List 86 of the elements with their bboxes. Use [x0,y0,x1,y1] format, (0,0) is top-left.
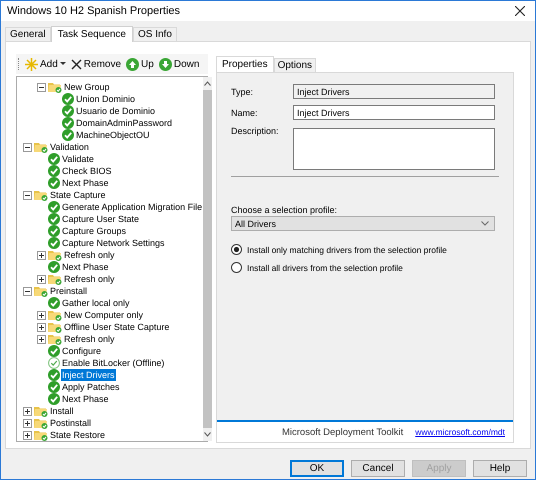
field-label: Name: [231,108,259,118]
toolbar-button[interactable]: Add [25,58,66,70]
expand-icon[interactable] [37,274,46,284]
toolbar-button[interactable]: Down [158,58,200,70]
collapse-icon[interactable] [23,190,32,200]
dialog-button[interactable]: OK [290,460,344,477]
radio-option[interactable]: Install all drivers from the selection profile [231,262,495,273]
folder-icon [48,333,62,345]
folder-icon [48,249,62,261]
folder-icon [34,405,48,417]
dialog-button[interactable]: Help [473,460,527,477]
expand-icon[interactable] [23,418,32,428]
tree-item[interactable]: Gather local only [61,297,131,309]
tree-item[interactable]: Validate [61,153,95,165]
dialog-button[interactable]: Cancel [351,460,405,477]
profile-dropdown[interactable]: All Drivers [231,216,495,231]
tree-item[interactable]: Inject Drivers [61,369,116,381]
tree-item[interactable]: Refresh only [63,273,116,285]
tree-item[interactable]: State Capture [49,189,107,201]
tree-item[interactable]: Postinstall [49,417,92,429]
folder-icon [48,81,62,93]
tree-item[interactable]: New Computer only [63,309,144,321]
tree-item[interactable]: Validation [49,141,90,153]
collapse-icon[interactable] [23,286,32,296]
description-field[interactable] [293,128,495,170]
type-field[interactable]: Inject Drivers [293,84,495,99]
folder-icon [48,321,62,333]
tree-item[interactable]: Generate Application Migration File [61,201,204,213]
tab[interactable]: Properties [216,56,274,72]
toolbar-button[interactable]: Up [126,58,154,70]
tree-item[interactable]: Refresh only [63,249,116,261]
tab[interactable]: Options [274,58,316,72]
chevron-icon [481,221,489,226]
field-label: Description: [231,126,280,136]
caret-icon [60,62,66,66]
tab[interactable]: OS Info [132,27,177,41]
folder-icon [34,417,48,429]
collapse-icon[interactable] [23,142,32,152]
tree-item[interactable]: Refresh only [63,333,116,345]
tree-item[interactable]: Next Phase [61,393,110,405]
close-icon[interactable] [515,6,525,16]
tree-item[interactable]: Capture User State [61,213,140,225]
up-arrow-icon [126,58,140,70]
folder-icon [34,141,48,153]
tree-item[interactable]: MachineObjectOU [75,129,151,141]
tab[interactable]: Task Sequence [50,26,133,42]
scroll-down-icon[interactable] [204,432,212,437]
expand-icon[interactable] [37,250,46,260]
product-name: Microsoft Deployment Toolkit [282,426,404,438]
star-icon [25,58,38,70]
folder-icon [34,189,48,201]
tree-item[interactable]: DomainAdminPassword [75,117,174,129]
tree-item[interactable]: Usuario de Dominio [75,105,156,117]
website-link[interactable]: www.microsoft.com/mdt [415,427,505,437]
field-label: Choose a selection profile: [231,205,338,215]
tree-item[interactable]: Next Phase [61,177,110,189]
expand-icon[interactable] [37,310,46,320]
tree-item[interactable]: New Group [63,81,111,93]
close-icon [70,58,82,70]
expand-icon[interactable] [37,322,46,332]
collapse-icon[interactable] [37,82,46,92]
scroll-up-icon[interactable] [204,81,212,86]
window-title: Windows 10 H2 Spanish Properties [7,5,180,17]
name-field[interactable]: Inject Drivers [293,105,495,120]
folder-icon [48,309,62,321]
down-arrow-icon [158,58,172,70]
toolbar-button[interactable]: Remove [70,58,122,70]
expand-icon[interactable] [23,430,32,440]
expand-icon[interactable] [37,334,46,344]
tree-item[interactable]: Capture Groups [61,225,128,237]
tree-item[interactable]: Union Dominio [75,93,136,105]
folder-icon [48,273,62,285]
tree-item[interactable]: Next Phase [61,261,110,273]
tree-item[interactable]: Check BIOS [61,165,113,177]
tree-item[interactable]: State Restore [49,429,106,441]
tab[interactable]: General [5,27,51,41]
field-label: Type: [231,86,254,96]
folder-icon [34,285,48,297]
tree-item[interactable]: Apply Patches [61,381,121,393]
tree-item[interactable]: Install [49,405,75,417]
radio-option[interactable]: Install only matching drivers from the selection profile [231,244,495,255]
tree-item[interactable]: Preinstall [49,285,88,297]
tree-item[interactable]: Offline User State Capture [63,321,170,333]
expand-icon[interactable] [23,406,32,416]
tree-item[interactable]: Configure [61,345,102,357]
tree-item[interactable]: Capture Network Settings [61,237,166,249]
